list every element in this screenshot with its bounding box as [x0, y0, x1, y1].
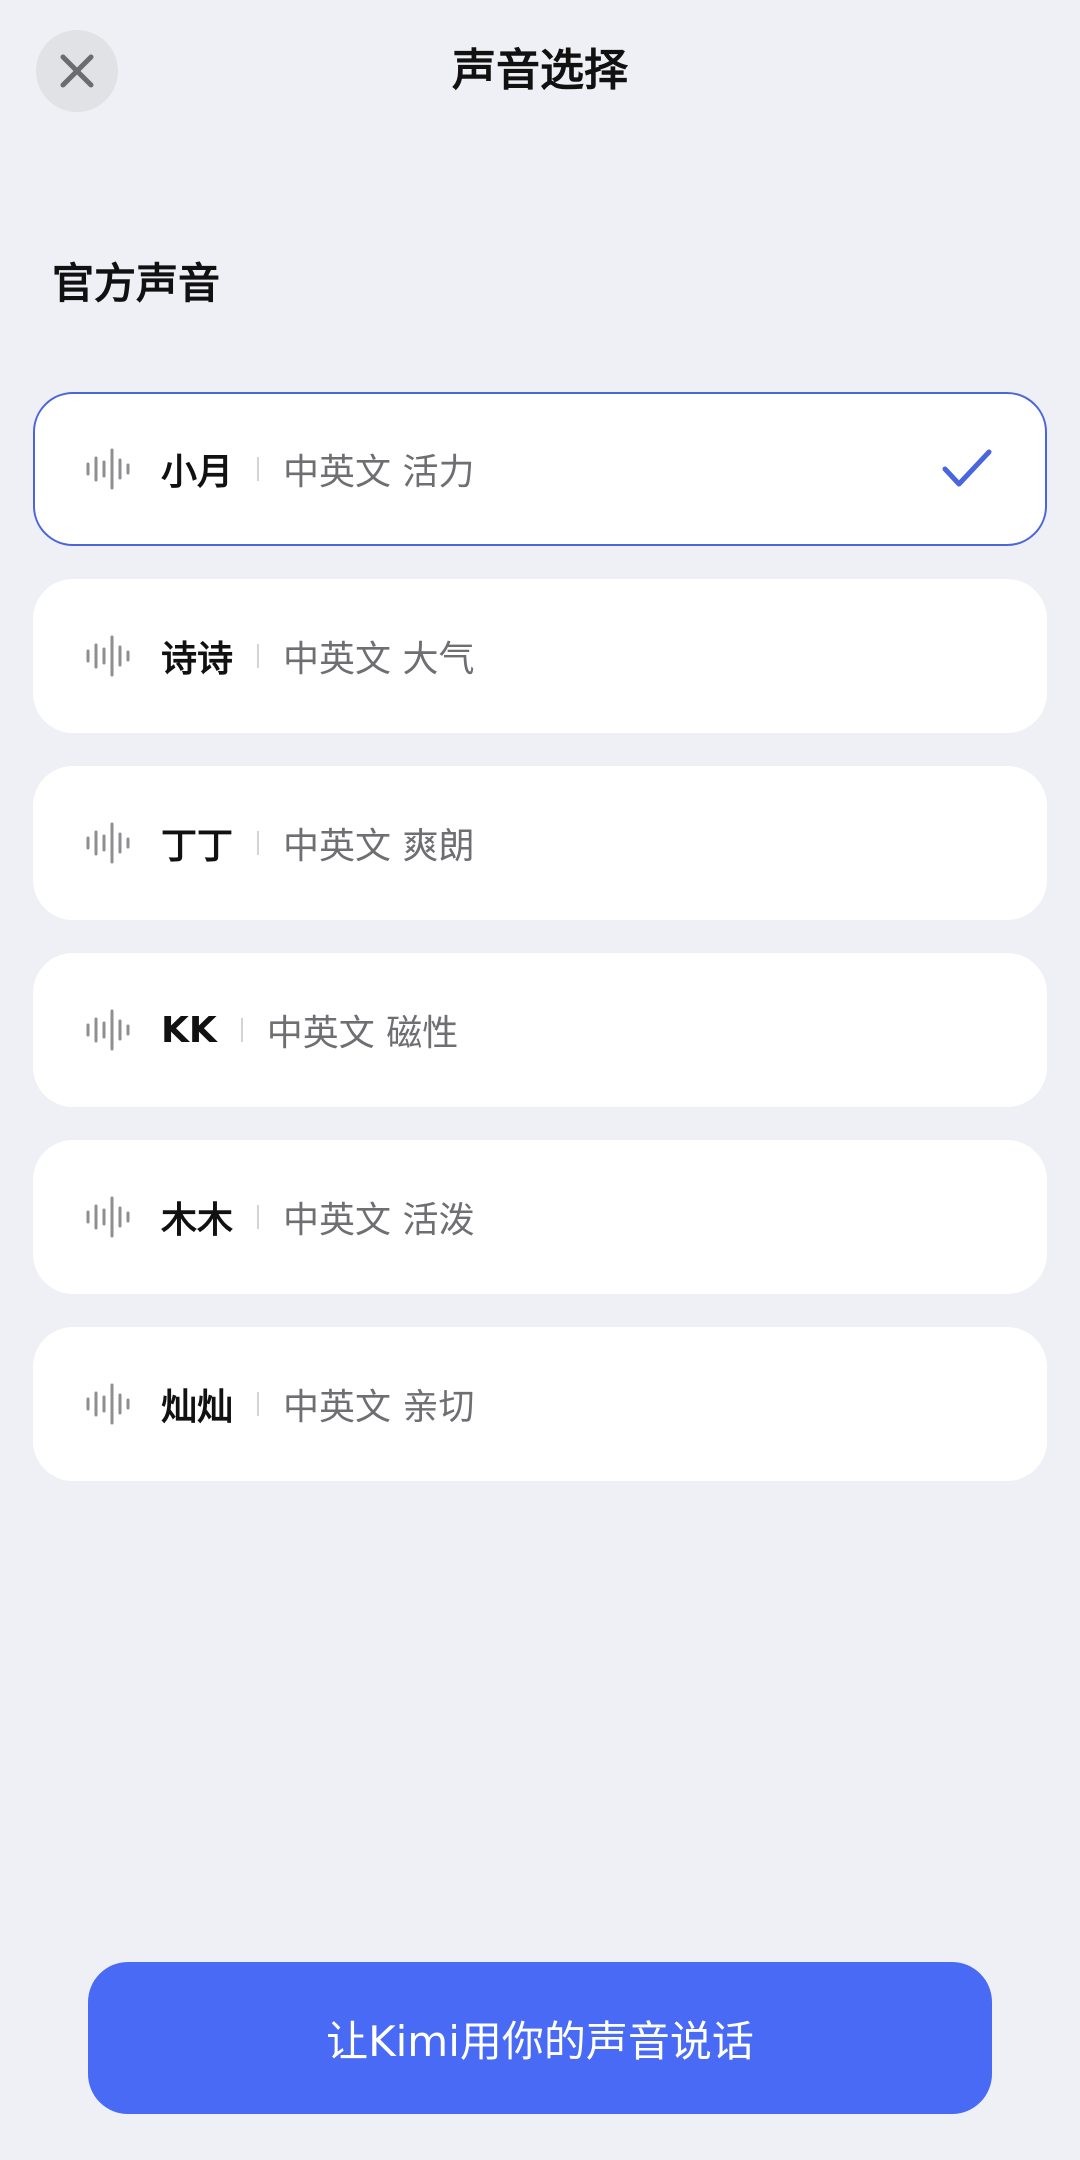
voice-text: 小月 中英文 活力 [161, 394, 474, 544]
voice-item-shishi[interactable]: 诗诗 中英文 大气 [33, 579, 1047, 733]
section-title: 官方声音 [52, 259, 221, 308]
voice-description: 中英文 爽朗 [283, 826, 475, 867]
divider [240, 1018, 243, 1042]
divider [257, 644, 260, 668]
voice-name: 小月 [161, 452, 234, 493]
divider [257, 1392, 260, 1416]
voice-text: 诗诗 中英文 大气 [161, 581, 474, 731]
voice-text: 灿灿 中英文 亲切 [161, 1329, 474, 1479]
voice-item-mumu[interactable]: 木木 中英文 活泼 [33, 1140, 1047, 1294]
sound-wave-icon [86, 1196, 130, 1238]
sound-wave-icon [86, 635, 130, 677]
voice-description: 中英文 活泼 [283, 1200, 475, 1241]
clone-voice-button[interactable]: 让Kimi用你的声音说话 [88, 1962, 992, 2114]
voice-name: 木木 [161, 1200, 234, 1241]
sound-wave-icon [86, 448, 130, 490]
voice-name: 灿灿 [161, 1387, 234, 1428]
voice-item-xiaoyue[interactable]: 小月 中英文 活力 [33, 392, 1047, 546]
voice-description: 中英文 活力 [283, 452, 475, 493]
voice-item-dingding[interactable]: 丁丁 中英文 爽朗 [33, 766, 1047, 920]
voice-name: 诗诗 [161, 639, 234, 680]
header: 声音选择 [0, 0, 1080, 140]
voice-text: 木木 中英文 活泼 [161, 1142, 474, 1292]
voice-name: KK [161, 1009, 217, 1051]
voice-item-kk[interactable]: KK 中英文 磁性 [33, 953, 1047, 1107]
voice-text: KK 中英文 磁性 [161, 955, 458, 1105]
voice-text: 丁丁 中英文 爽朗 [161, 768, 474, 918]
voice-description: 中英文 亲切 [283, 1387, 475, 1428]
divider [257, 457, 260, 481]
sound-wave-icon [86, 822, 130, 864]
check-icon [942, 449, 992, 487]
voice-item-cancan[interactable]: 灿灿 中英文 亲切 [33, 1327, 1047, 1481]
sound-wave-icon [86, 1009, 130, 1051]
page-title: 声音选择 [452, 45, 628, 96]
voice-description: 中英文 磁性 [266, 1013, 459, 1054]
divider [257, 1205, 260, 1229]
voice-name: 丁丁 [161, 826, 234, 867]
voice-list: 小月 中英文 活力 诗诗 中英文 大气 丁丁 中英文 爽朗 KK 中英文 磁性 … [33, 392, 1047, 1514]
sound-wave-icon [86, 1383, 130, 1425]
divider [257, 831, 260, 855]
voice-description: 中英文 大气 [283, 639, 475, 680]
